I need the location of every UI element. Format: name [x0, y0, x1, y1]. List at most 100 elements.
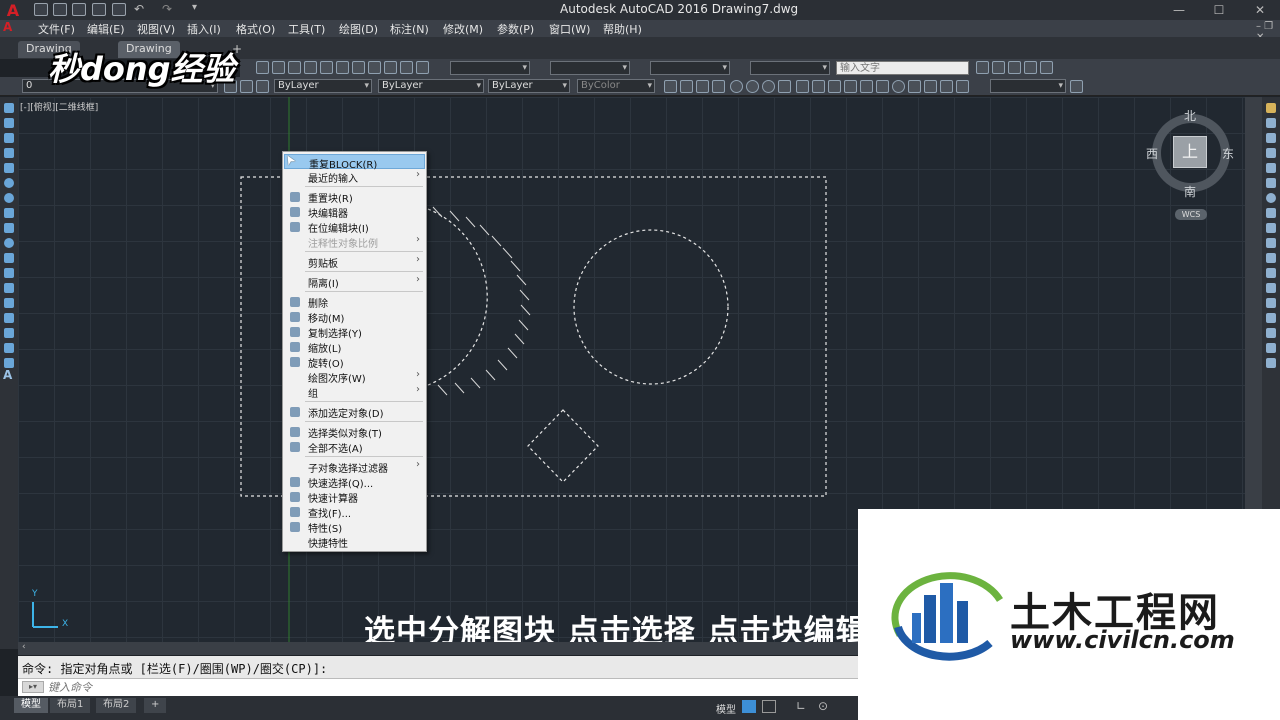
menu-edit[interactable]: 编辑(E): [87, 21, 125, 37]
context-menu-item[interactable]: 组 ›: [284, 384, 425, 400]
context-menu-item[interactable]: 在位编辑块(I): [284, 219, 425, 235]
trim-icon[interactable]: [1266, 238, 1276, 248]
tab-model[interactable]: 模型: [14, 698, 48, 713]
open-file-icon[interactable]: [53, 3, 67, 16]
markup-icon[interactable]: [384, 61, 397, 74]
dim-ordinate-icon[interactable]: [712, 80, 725, 93]
spline-icon[interactable]: [4, 223, 14, 233]
text-edit-icon[interactable]: [992, 61, 1005, 74]
context-menu-item[interactable]: 复制选择(Y): [284, 324, 425, 340]
viewport-controls-label[interactable]: [-][俯视][二维线框]: [20, 100, 98, 113]
mirror-icon[interactable]: [1266, 133, 1276, 143]
multileader-style-select[interactable]: [750, 61, 830, 75]
undo-icon[interactable]: ↶: [134, 2, 144, 16]
dim-aligned-icon[interactable]: [680, 80, 693, 93]
properties-icon[interactable]: [320, 61, 333, 74]
dim-continue-icon[interactable]: [828, 80, 841, 93]
table-icon[interactable]: [4, 358, 14, 368]
save-icon[interactable]: [72, 3, 86, 16]
horizontal-scrollbar[interactable]: [18, 642, 858, 655]
context-menu-item[interactable]: 最近的输入 ›: [284, 169, 425, 185]
context-menu-item[interactable]: 添加选定对象(D): [284, 404, 425, 420]
arc-icon[interactable]: [4, 178, 14, 188]
polyline-icon[interactable]: [4, 133, 14, 143]
make-block-icon[interactable]: [4, 283, 14, 293]
tool-palettes-icon[interactable]: [352, 61, 365, 74]
context-menu-item[interactable]: 重置块(R): [284, 189, 425, 205]
justify-text-icon[interactable]: [1024, 61, 1037, 74]
context-menu-item[interactable]: 旋转(O): [284, 354, 425, 370]
pan-icon[interactable]: [256, 61, 269, 74]
hatch-icon[interactable]: [4, 313, 14, 323]
break-icon[interactable]: [1266, 283, 1276, 293]
close-icon[interactable]: ✕: [1246, 2, 1274, 18]
jogged-linear-icon[interactable]: [924, 80, 937, 93]
chamfer-icon[interactable]: [1266, 313, 1276, 323]
dim-edit-icon[interactable]: [940, 80, 953, 93]
sheet-set-icon[interactable]: [368, 61, 381, 74]
redo-icon[interactable]: ↷: [162, 2, 172, 16]
polygon-icon[interactable]: [4, 148, 14, 158]
grid-toggle-icon[interactable]: [742, 700, 756, 713]
multiline-text-icon[interactable]: A: [3, 368, 12, 382]
context-menu-item[interactable]: 块编辑器: [284, 204, 425, 220]
align-icon[interactable]: [976, 61, 989, 74]
rotate-icon[interactable]: [1266, 193, 1276, 203]
linetype-select[interactable]: ByLayer: [378, 79, 484, 93]
context-menu-item[interactable]: 快速计算器: [284, 489, 425, 505]
viewcube-south-label[interactable]: 南: [1184, 183, 1196, 200]
zoom-previous-icon[interactable]: [304, 61, 317, 74]
context-menu-item[interactable]: 查找(F)...: [284, 504, 425, 520]
viewcube-top-face[interactable]: 上: [1173, 136, 1207, 168]
menu-view[interactable]: 视图(V): [137, 21, 175, 37]
context-menu-item[interactable]: 隔离(I) ›: [284, 274, 425, 290]
calculator-icon[interactable]: [400, 61, 413, 74]
inspection-icon[interactable]: [908, 80, 921, 93]
fillet-icon[interactable]: [1266, 328, 1276, 338]
viewcube-north-label[interactable]: 北: [1184, 107, 1196, 124]
insert-block-icon[interactable]: [4, 268, 14, 278]
color-select[interactable]: ByLayer: [274, 79, 372, 93]
menu-file[interactable]: 文件(F): [38, 21, 75, 37]
join-icon[interactable]: [1266, 298, 1276, 308]
maximize-icon[interactable]: ☐: [1205, 2, 1233, 18]
scale-icon[interactable]: [1266, 208, 1276, 218]
command-prompt-icon[interactable]: ▸▾: [22, 681, 44, 693]
viewcube-west-label[interactable]: 西: [1146, 145, 1158, 162]
context-menu-item[interactable]: 快速选择(Q)...: [284, 474, 425, 490]
rectangle-icon[interactable]: [4, 163, 14, 173]
erase-icon[interactable]: [1266, 103, 1276, 113]
center-mark-icon[interactable]: [892, 80, 905, 93]
menu-tools[interactable]: 工具(T): [288, 21, 325, 37]
context-menu-item[interactable]: 剪贴板 ›: [284, 254, 425, 270]
point-icon[interactable]: [4, 298, 14, 308]
stretch-icon[interactable]: [1266, 223, 1276, 233]
dim-break-icon[interactable]: [860, 80, 873, 93]
dim-style-control-select[interactable]: [990, 79, 1066, 93]
dim-baseline-icon[interactable]: [812, 80, 825, 93]
dim-style-icon[interactable]: [1070, 80, 1083, 93]
lineweight-select[interactable]: ByLayer: [488, 79, 570, 93]
menu-draw[interactable]: 绘图(D): [339, 21, 378, 37]
dim-jogged-icon[interactable]: [746, 80, 759, 93]
dim-text-edit-icon[interactable]: [956, 80, 969, 93]
menu-help[interactable]: 帮助(H): [603, 21, 642, 37]
context-menu-item[interactable]: 全部不选(A): [284, 439, 425, 455]
context-menu-item[interactable]: 特性(S): [284, 519, 425, 535]
viewcube-east-label[interactable]: 东: [1222, 145, 1234, 162]
array-icon[interactable]: [1266, 163, 1276, 173]
space-text-icon[interactable]: [1040, 61, 1053, 74]
dim-arc-icon[interactable]: [696, 80, 709, 93]
table-style-select[interactable]: [650, 61, 730, 75]
menu-window[interactable]: 窗口(W): [549, 21, 590, 37]
menu-parameter[interactable]: 参数(P): [497, 21, 534, 37]
zoom-window-icon[interactable]: [288, 61, 301, 74]
layer-previous-icon[interactable]: [240, 80, 253, 93]
dim-space-icon[interactable]: [844, 80, 857, 93]
scale-text-icon[interactable]: [1008, 61, 1021, 74]
scroll-left-icon[interactable]: ‹: [22, 642, 26, 652]
context-menu-item[interactable]: 选择类似对象(T): [284, 424, 425, 440]
menu-dimension[interactable]: 标注(N): [390, 21, 429, 37]
context-menu-item[interactable]: 缩放(L): [284, 339, 425, 355]
save-as-icon[interactable]: [92, 3, 106, 16]
